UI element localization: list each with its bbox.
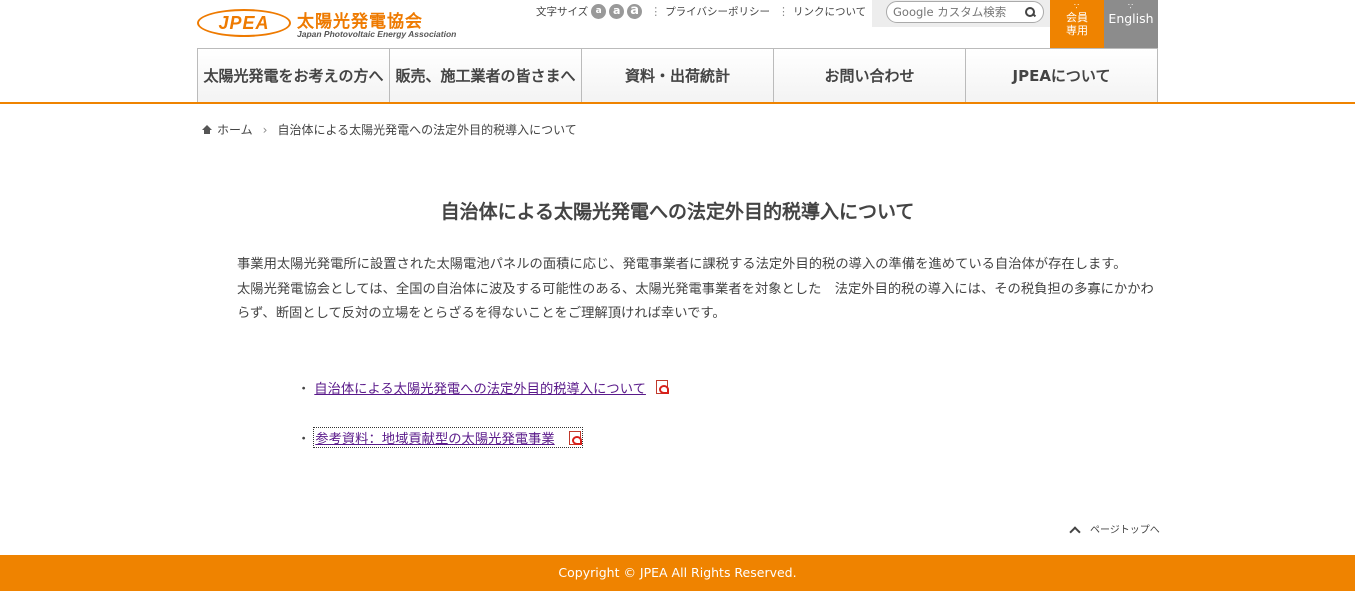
pdf-icon: [655, 380, 669, 394]
nav-item-contact[interactable]: お問い合わせ: [774, 49, 966, 103]
logo-english-name: Japan Photovoltaic Energy Association: [297, 29, 457, 39]
member-label-line2: 専用: [1066, 24, 1088, 37]
page: JPEA 太陽光発電協会 Japan Photovoltaic Energy A…: [0, 0, 1355, 610]
focus-outline: 参考資料：地域貢献型の太陽光発電事業: [313, 427, 583, 448]
search-input[interactable]: [893, 5, 1023, 19]
page-top-link[interactable]: ページトップへ: [1070, 521, 1160, 536]
page-title: 自治体による太陽光発電への法定外目的税導入について: [440, 201, 915, 223]
list-item: ・ 自治体による太陽光発電への法定外目的税導入について: [297, 378, 669, 428]
member-only-button[interactable]: ∵ 会員 専用: [1050, 0, 1104, 48]
home-icon: [202, 125, 212, 134]
search-box: [886, 1, 1044, 23]
document-links: ・ 自治体による太陽光発電への法定外目的税導入について ・ 参考資料：地域貢献型…: [297, 378, 669, 478]
bullet: ・: [297, 382, 311, 397]
nav-item-about[interactable]: JPEAについて: [966, 49, 1158, 103]
site-logo[interactable]: JPEA 太陽光発電協会 Japan Photovoltaic Energy A…: [197, 7, 537, 41]
pdf-link-tax-introduction[interactable]: 自治体による太陽光発電への法定外目的税導入について: [314, 378, 646, 397]
utility-bar: 文字サイズ a a a ⋮ プライバシーポリシー ⋮ リンクについて: [536, 3, 866, 19]
nav-underline: [0, 102, 1355, 104]
main-nav: 太陽光発電をお考えの方へ 販売、施工業者の皆さまへ 資料・出荷統計 お問い合わせ…: [197, 48, 1158, 103]
pdf-icon: [568, 431, 582, 445]
bullet: ・: [297, 432, 311, 447]
divider: ⋮: [650, 4, 662, 18]
list-item: ・ 参考資料：地域貢献型の太陽光発電事業: [297, 427, 668, 478]
breadcrumb-separator: ›: [262, 122, 268, 137]
body-text: 事業用太陽光発電所に設置された太陽電池パネルの面積に応じ、発電事業者に課税する法…: [237, 253, 1157, 327]
font-size-small-button[interactable]: a: [591, 3, 607, 19]
copyright: Copyright © JPEA All Rights Reserved.: [558, 565, 797, 580]
breadcrumb-home-link[interactable]: ホーム: [217, 121, 253, 138]
breadcrumb-current: 自治体による太陽光発電への法定外目的税導入について: [277, 123, 577, 137]
font-size-medium-button[interactable]: a: [609, 3, 625, 19]
logo-badge: JPEA: [197, 9, 291, 37]
paragraph-1: 事業用太陽光発電所に設置された太陽電池パネルの面積に応じ、発電事業者に課税する法…: [237, 257, 1127, 272]
search-icon[interactable]: [1023, 5, 1037, 19]
paragraph-2: 太陽光発電協会としては、全国の自治体に波及する可能性のある、太陽光発電事業者を対…: [237, 281, 1154, 322]
font-size-large-button[interactable]: a: [627, 3, 643, 19]
member-label-line1: 会員: [1066, 11, 1088, 24]
links-page-link[interactable]: リンクについて: [793, 4, 866, 19]
logo-text: JPEA: [218, 13, 270, 33]
breadcrumb: ホーム › 自治体による太陽光発電への法定外目的税導入について: [202, 121, 577, 138]
footer: Copyright © JPEA All Rights Reserved.: [0, 555, 1355, 591]
font-size-label: 文字サイズ: [536, 5, 589, 18]
chevron-up-icon: [1070, 524, 1080, 534]
pdf-link-reference-material[interactable]: 参考資料：地域貢献型の太陽光発電事業: [315, 432, 554, 447]
divider: ⋮: [777, 4, 789, 18]
english-label: English: [1108, 11, 1154, 26]
dots-icon: ∵: [1127, 2, 1135, 11]
nav-item-homeowners[interactable]: 太陽光発電をお考えの方へ: [198, 49, 390, 103]
page-top-label: ページトップへ: [1090, 525, 1160, 536]
english-button[interactable]: ∵ English: [1104, 0, 1158, 48]
nav-item-statistics[interactable]: 資料・出荷統計: [582, 49, 774, 103]
link-label: 参考資料：地域貢献型の太陽光発電事業: [315, 432, 555, 447]
privacy-policy-link[interactable]: プライバシーポリシー: [665, 4, 770, 19]
nav-item-dealers[interactable]: 販売、施工業者の皆さまへ: [390, 49, 582, 103]
link-label: 自治体による太陽光発電への法定外目的税導入について: [314, 382, 646, 397]
dots-icon: ∵: [1073, 2, 1081, 11]
